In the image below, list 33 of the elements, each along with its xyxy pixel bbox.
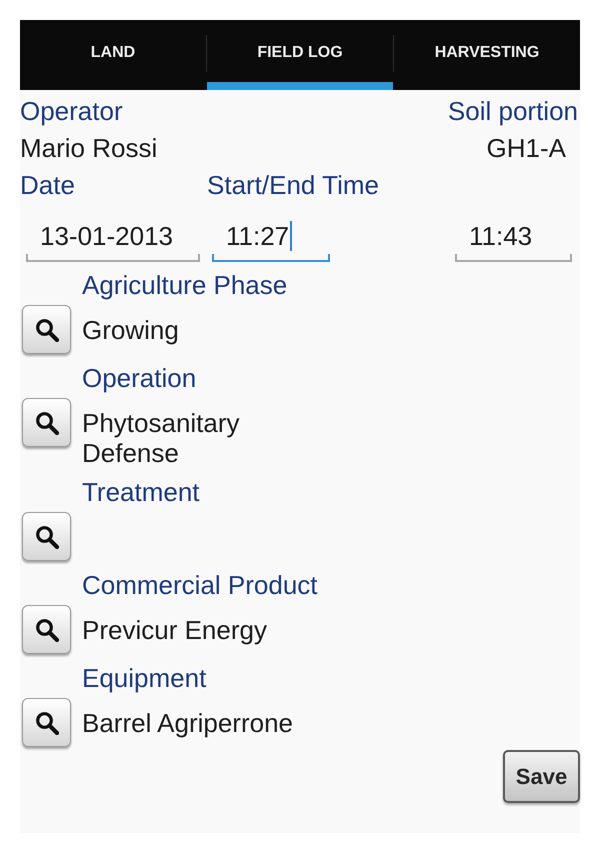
soil-portion-label: Soil portion — [448, 95, 578, 128]
time-field[interactable]: 11:43 — [455, 212, 572, 262]
lookup-label: Equipment — [82, 662, 206, 694]
search-button[interactable] — [22, 398, 71, 447]
lookup-value: Phytosanitary Defense — [82, 407, 241, 468]
search-icon — [34, 410, 58, 434]
lookup-value: Growing — [82, 314, 179, 345]
search-icon — [34, 618, 58, 642]
search-button[interactable] — [22, 698, 71, 747]
tab[interactable]: HARVESTING — [394, 20, 580, 90]
search-button[interactable] — [22, 605, 71, 654]
operator-name: Mario Rossi — [20, 132, 158, 165]
lookup-value: Previcur Energy — [82, 614, 267, 645]
operator-label: Operator — [20, 95, 123, 128]
tab[interactable]: FIELD LOG — [207, 20, 393, 90]
lookup-label: Agriculture Phase — [82, 269, 288, 301]
search-icon — [34, 524, 58, 548]
soil-portion-value: GH1-A — [486, 132, 566, 165]
time-field[interactable]: 11:27 — [212, 212, 330, 262]
search-button[interactable] — [22, 305, 71, 354]
lookup-label: Commercial Product — [82, 569, 318, 601]
text-cursor-icon — [290, 221, 292, 251]
save-button[interactable]: Save — [503, 750, 580, 803]
lookup-label: Operation — [82, 362, 196, 394]
lookup-label: Treatment — [82, 476, 200, 508]
search-icon — [34, 318, 58, 342]
time-label: Start/End Time — [207, 169, 379, 202]
search-icon — [34, 710, 58, 734]
date-label: Date — [20, 169, 76, 202]
date-field[interactable]: 13-01-2013 — [26, 212, 200, 262]
search-button[interactable] — [22, 512, 71, 561]
tab[interactable]: LAND — [20, 20, 206, 90]
lookup-value: Barrel Agriperrone — [82, 707, 293, 738]
